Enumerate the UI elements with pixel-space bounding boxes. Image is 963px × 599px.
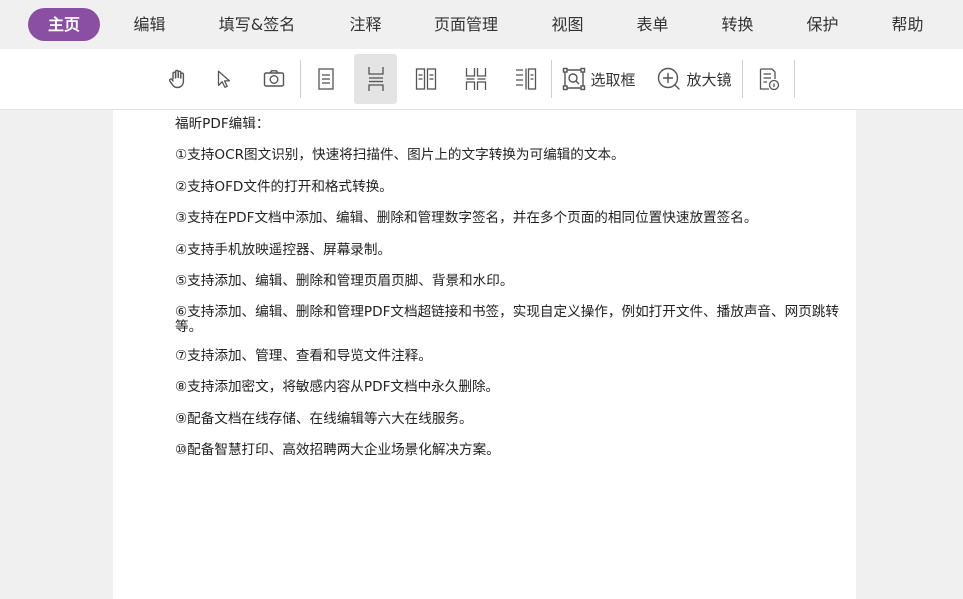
camera-icon [263, 70, 285, 87]
feature-line: ⑦支持添加、管理、查看和导览文件注释。 [175, 347, 432, 364]
menu-tab-help[interactable]: 帮助 [880, 8, 935, 41]
separate-cover-button[interactable] [508, 54, 544, 104]
menu-tab-home[interactable]: 主页 [28, 8, 100, 41]
menu-tab-form[interactable]: 表单 [625, 8, 680, 41]
menu-tab-view[interactable]: 视图 [540, 8, 595, 41]
facing-page-icon [415, 68, 437, 90]
toolbar-separator [742, 60, 743, 98]
cursor-icon [217, 70, 231, 88]
document-info-icon [759, 68, 780, 91]
toolbar: 选取框 放大镜 [0, 49, 963, 110]
separate-cover-icon [516, 68, 537, 90]
toolbar-separator [551, 60, 552, 98]
menu-tab-edit[interactable]: 编辑 [122, 8, 177, 41]
toolbar-separator [300, 60, 301, 98]
hand-tool-button[interactable] [160, 54, 196, 104]
feature-line: ②支持OFD文件的打开和格式转换。 [175, 178, 393, 195]
magnifier-label: 放大镜 [686, 70, 732, 89]
marquee-label: 选取框 [590, 70, 636, 89]
feature-line: ⑨配备文档在线存储、在线编辑等六大在线服务。 [175, 410, 473, 427]
document-page: 福昕PDF编辑： ①支持OCR图文识别，快速将扫描件、图片上的文字转换为可编辑的… [113, 110, 856, 599]
zoom-in-icon [658, 67, 681, 90]
continuous-page-button[interactable] [354, 54, 397, 104]
menu-tab-convert[interactable]: 转换 [710, 8, 765, 41]
marquee-tool-button[interactable]: 选取框 [558, 54, 640, 104]
marquee-icon [563, 67, 586, 91]
feature-line: ④支持手机放映遥控器、屏幕录制。 [175, 241, 392, 258]
single-page-icon [318, 68, 334, 90]
menu-tab-fill-sign[interactable]: 填写&签名 [208, 8, 306, 41]
single-page-button[interactable] [308, 54, 344, 104]
magnifier-tool-button[interactable]: 放大镜 [652, 54, 736, 104]
document-text: 福昕PDF编辑： ①支持OCR图文识别，快速将扫描件、图片上的文字转换为可编辑的… [175, 116, 845, 474]
document-properties-button[interactable] [751, 54, 787, 104]
document-heading: 福昕PDF编辑： [175, 116, 270, 132]
feature-line: ⑧支持添加密文，将敏感内容从PDF文档中永久删除。 [175, 379, 500, 395]
feature-line: ⑤支持添加、编辑、删除和管理页眉页脚、背景和水印。 [175, 273, 514, 289]
snapshot-tool-button[interactable] [256, 54, 292, 104]
continuous-facing-button[interactable] [458, 54, 494, 104]
menu-tab-comment[interactable]: 注释 [338, 8, 393, 41]
menu-tab-page-management[interactable]: 页面管理 [423, 8, 509, 41]
feature-line: ①支持OCR图文识别，快速将扫描件、图片上的文字转换为可编辑的文本。 [175, 147, 625, 163]
select-tool-button[interactable] [206, 54, 242, 104]
menu-bar: 主页 编辑 填写&签名 注释 页面管理 视图 表单 转换 保护 帮助 [0, 0, 963, 49]
hand-icon [168, 69, 185, 89]
continuous-page-icon [367, 67, 384, 91]
feature-line: ③支持在PDF文档中添加、编辑、删除和管理数字签名，并在多个页面的相同位置快速放… [175, 210, 758, 226]
facing-page-button[interactable] [408, 54, 444, 104]
menu-tab-protect[interactable]: 保护 [795, 8, 850, 41]
feature-line: ⑩配备智慧打印、高效招聘两大企业场景化解决方案。 [175, 442, 500, 458]
feature-line: ⑥支持添加、编辑、删除和管理PDF文档超链接和书签，实现自定义操作，例如打开文件… [175, 303, 839, 335]
continuous-facing-icon [465, 68, 487, 90]
toolbar-separator [794, 60, 795, 98]
